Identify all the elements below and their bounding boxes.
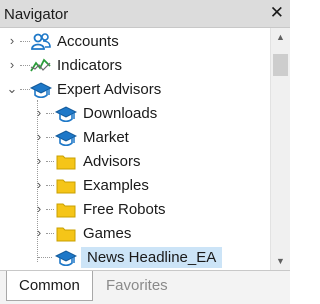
- folder-icon: [55, 152, 77, 172]
- tree-item-downloads[interactable]: › Downloads: [0, 102, 270, 126]
- scroll-up-icon[interactable]: ▲: [271, 28, 290, 46]
- tree-item-label: Expert Advisors: [57, 81, 162, 98]
- tree-connector: [46, 137, 54, 138]
- tab-bar: Common Favorites: [0, 270, 290, 304]
- tree-item-examples[interactable]: › Examples: [0, 174, 270, 198]
- tree-item-label: Indicators: [57, 57, 123, 74]
- tree-item-accounts[interactable]: › Accounts: [0, 30, 270, 54]
- accounts-icon: [30, 32, 52, 52]
- chevron-right-icon[interactable]: ›: [33, 152, 45, 170]
- chevron-right-icon[interactable]: ›: [33, 104, 45, 122]
- folder-icon: [55, 200, 77, 220]
- tree-item-label: Examples: [83, 177, 149, 194]
- chevron-right-icon[interactable]: ›: [33, 176, 45, 194]
- tree-item-label: Accounts: [57, 33, 119, 50]
- tree-item-label: Advisors: [83, 153, 141, 170]
- scroll-down-icon[interactable]: ▼: [271, 252, 290, 270]
- tree-item-expert-advisors[interactable]: ⌄ Expert Advisors: [0, 78, 270, 102]
- tree-item-market[interactable]: › Market: [0, 126, 270, 150]
- tree-item-news-headline-ea[interactable]: News Headline_EA: [0, 246, 270, 270]
- chevron-right-icon[interactable]: ›: [33, 128, 45, 146]
- title-bar: Navigator ✕: [0, 0, 290, 28]
- vertical-scrollbar[interactable]: ▲ ▼: [270, 28, 290, 270]
- tree-connector: [46, 233, 54, 234]
- chevron-down-icon[interactable]: ⌄: [6, 80, 18, 98]
- tree-connector: [20, 41, 30, 42]
- tree-connector: [46, 113, 54, 114]
- tree-item-label: Free Robots: [83, 201, 166, 218]
- tree-item-free-robots[interactable]: › Free Robots: [0, 198, 270, 222]
- tree-connector: [46, 161, 54, 162]
- scrollbar-thumb[interactable]: [273, 54, 288, 76]
- graduation-cap-icon: [54, 104, 78, 124]
- tree-item-label: News Headline_EA: [81, 247, 223, 268]
- tab-common[interactable]: Common: [6, 271, 93, 301]
- folder-icon: [55, 176, 77, 196]
- chevron-right-icon[interactable]: ›: [33, 224, 45, 242]
- navigator-tree[interactable]: › Accounts › Indicators ⌄ Expert Advisor…: [0, 28, 270, 270]
- close-icon[interactable]: ✕: [270, 3, 284, 23]
- chevron-right-icon[interactable]: ›: [6, 32, 18, 50]
- graduation-cap-icon: [54, 248, 78, 268]
- tree-item-label: Downloads: [83, 105, 158, 122]
- tree-connector: [38, 257, 52, 258]
- tree-connector: [46, 209, 54, 210]
- tree-connector: [20, 65, 30, 66]
- chevron-right-icon[interactable]: ›: [33, 200, 45, 218]
- tree-item-advisors[interactable]: › Advisors: [0, 150, 270, 174]
- tree-connector: [46, 185, 54, 186]
- tree-item-indicators[interactable]: › Indicators: [0, 54, 270, 78]
- folder-icon: [55, 224, 77, 244]
- chevron-right-icon[interactable]: ›: [6, 56, 18, 74]
- tree-item-label: Games: [83, 225, 132, 242]
- tree-connector: [20, 89, 30, 90]
- indicators-icon: [30, 56, 52, 76]
- tab-favorites[interactable]: Favorites: [94, 271, 180, 301]
- tree-item-games[interactable]: › Games: [0, 222, 270, 246]
- graduation-cap-icon: [54, 128, 78, 148]
- window-title: Navigator: [4, 6, 69, 23]
- graduation-cap-icon: [29, 80, 53, 100]
- tree-item-label: Market: [83, 129, 129, 146]
